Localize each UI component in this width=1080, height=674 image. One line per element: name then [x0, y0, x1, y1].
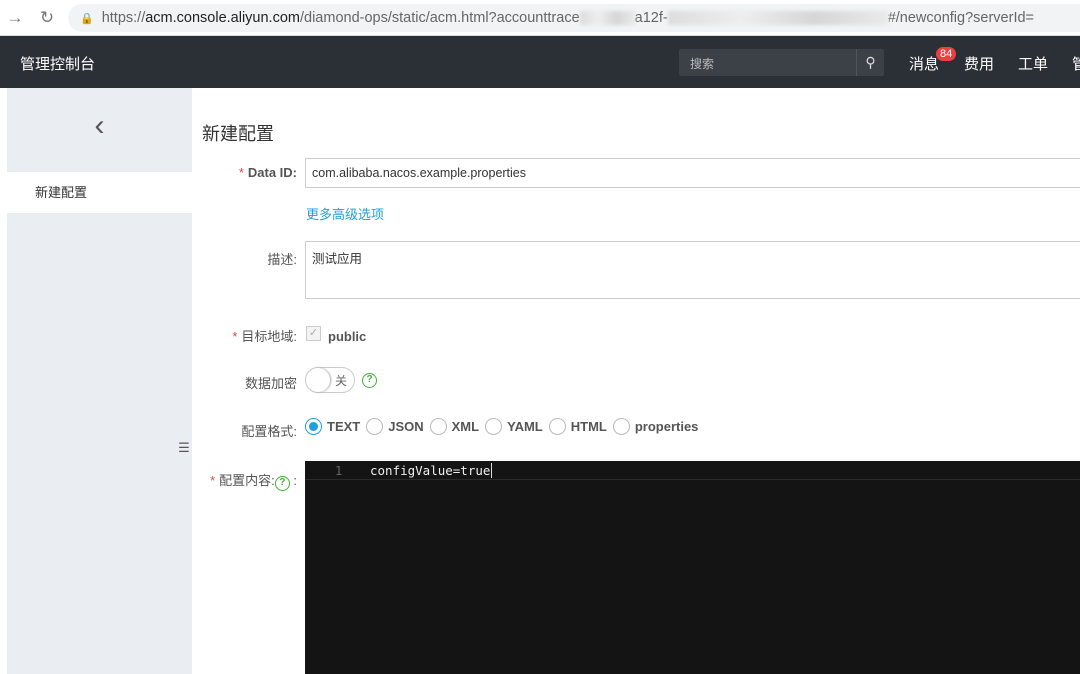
- nav-more[interactable]: 管: [1072, 53, 1080, 74]
- message-count-badge: 84: [936, 47, 957, 61]
- search-icon[interactable]: ⚲: [856, 49, 884, 76]
- advanced-options-link[interactable]: 更多高级选项: [306, 204, 384, 223]
- reload-icon[interactable]: ↻: [36, 8, 58, 28]
- top-navbar: 管理控制台 搜索 ⚲ 消息 84 费用 工单 管: [0, 36, 1080, 88]
- line-number: 1: [335, 464, 343, 478]
- nav-fees[interactable]: 费用: [964, 53, 994, 74]
- editor-line: 1 configValue=true: [305, 461, 1080, 480]
- redacted: [667, 11, 888, 25]
- back-chevron-icon[interactable]: ‹: [7, 88, 192, 172]
- redacted: [579, 11, 635, 25]
- console-brand[interactable]: 管理控制台: [20, 53, 95, 74]
- format-option-json[interactable]: JSON: [366, 418, 424, 435]
- option-label: TEXT: [327, 419, 361, 434]
- help-icon[interactable]: ?: [362, 373, 377, 388]
- address-bar[interactable]: 🔒 https://acm.console.aliyun.com/diamond…: [68, 4, 1080, 32]
- code-text: configValue=true: [370, 463, 493, 478]
- format-label: 配置格式:: [241, 424, 297, 439]
- radio[interactable]: [612, 418, 630, 435]
- radio[interactable]: [485, 418, 503, 435]
- format-option-text[interactable]: TEXT: [305, 418, 360, 435]
- encrypt-label: 数据加密: [244, 376, 297, 391]
- option-label: XML: [451, 419, 480, 434]
- url-mid: a12f-: [634, 10, 668, 26]
- url-host: acm.console.aliyun.com: [145, 10, 300, 26]
- browser-toolbar: → ↻ 🔒 https://acm.console.aliyun.com/dia…: [0, 0, 1080, 36]
- sidebar: ‹ 新建配置: [7, 88, 192, 674]
- option-label: YAML: [507, 419, 543, 434]
- option-label: JSON: [388, 419, 424, 434]
- collapse-sidebar-icon[interactable]: ☰: [176, 428, 192, 468]
- page-title: 新建配置: [202, 124, 274, 144]
- region-value: public: [328, 329, 367, 344]
- format-option-html[interactable]: HTML: [548, 418, 607, 435]
- sidebar-item-new-config[interactable]: 新建配置: [7, 172, 192, 213]
- label-text: 配置内容:: [219, 473, 275, 488]
- data-id-input[interactable]: com.alibaba.nacos.example.properties: [305, 158, 1080, 188]
- description-label: 描述:: [267, 252, 297, 267]
- option-label: properties: [634, 419, 699, 434]
- url-tail: #/newconfig?serverId=: [887, 10, 1034, 26]
- data-id-label: * Data ID:: [238, 165, 297, 180]
- description-textarea[interactable]: 测试应用: [305, 241, 1080, 299]
- forward-icon[interactable]: →: [4, 8, 26, 28]
- search-input[interactable]: 搜索 ⚲: [679, 49, 884, 76]
- help-icon[interactable]: ?: [274, 476, 290, 491]
- label-text: Data ID:: [247, 165, 297, 180]
- option-label: HTML: [570, 419, 607, 434]
- new-config-form: 新建配置 * Data ID: com.alibaba.nacos.example…: [192, 88, 1080, 674]
- url-prefix: https://: [101, 10, 146, 26]
- radio[interactable]: [548, 418, 566, 435]
- radio-selected[interactable]: [305, 418, 322, 435]
- region-checkbox[interactable]: ✓: [306, 326, 321, 341]
- content-label: * 配置内容:? :: [210, 470, 297, 491]
- encrypt-toggle[interactable]: 关: [305, 367, 355, 393]
- format-option-xml[interactable]: XML: [429, 418, 480, 435]
- config-content-editor[interactable]: 1 configValue=true: [305, 461, 1080, 674]
- label-colon: :: [293, 473, 297, 488]
- radio[interactable]: [429, 418, 447, 435]
- nav-tickets[interactable]: 工单: [1018, 53, 1048, 74]
- search-placeholder: 搜索: [690, 57, 715, 71]
- format-radio-group: TEXT JSON XML YAML HTML properties: [305, 418, 704, 435]
- url-path: /diamond-ops/static/acm.html?accounttrac…: [299, 10, 580, 26]
- label-text: 目标地域:: [241, 329, 297, 344]
- toggle-state: 关: [335, 374, 348, 388]
- lock-icon: 🔒: [80, 12, 94, 25]
- toggle-knob: [306, 368, 330, 392]
- format-option-yaml[interactable]: YAML: [485, 418, 543, 435]
- radio[interactable]: [366, 418, 384, 435]
- format-option-properties[interactable]: properties: [612, 418, 699, 435]
- nav-messages[interactable]: 消息: [909, 53, 939, 74]
- region-label: * 目标地域:: [232, 329, 297, 344]
